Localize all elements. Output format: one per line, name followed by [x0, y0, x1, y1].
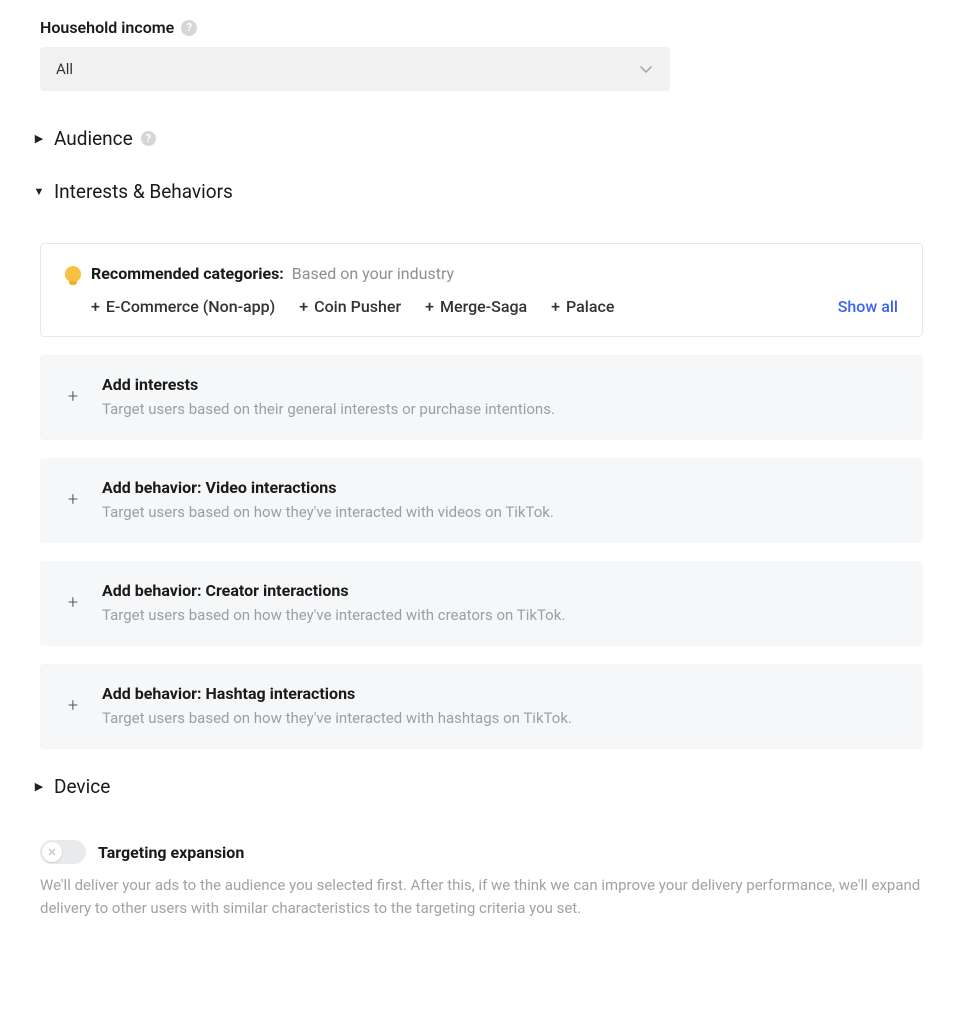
accordion-device[interactable]: ▶ Device	[32, 775, 923, 798]
recommended-chip[interactable]: +Palace	[551, 297, 614, 316]
targeting-expansion-toggle[interactable]: ✕	[40, 840, 86, 864]
household-income-value: All	[56, 60, 73, 78]
plus-icon: +	[66, 695, 80, 716]
add-card-desc: Target users based on how they've intera…	[102, 503, 554, 521]
chevron-down-icon	[638, 61, 654, 77]
plus-icon: +	[66, 386, 80, 407]
plus-icon: +	[425, 297, 434, 316]
caret-right-icon: ▶	[32, 132, 46, 145]
add-video-interactions-card[interactable]: + Add behavior: Video interactions Targe…	[40, 458, 923, 543]
show-all-link[interactable]: Show all	[838, 297, 898, 316]
toggle-knob: ✕	[42, 842, 62, 862]
recommended-subtitle: Based on your industry	[292, 264, 454, 283]
add-card-desc: Target users based on their general inte…	[102, 400, 555, 418]
help-icon[interactable]: ?	[141, 131, 156, 146]
interests-title: Interests & Behaviors	[54, 180, 233, 203]
recommended-chip[interactable]: +E-Commerce (Non-app)	[91, 297, 275, 316]
targeting-expansion-title: Targeting expansion	[98, 843, 244, 862]
close-icon: ✕	[47, 846, 56, 859]
add-interests-card[interactable]: + Add interests Target users based on th…	[40, 355, 923, 440]
caret-down-icon: ▼	[32, 185, 46, 198]
audience-title: Audience	[54, 127, 133, 150]
recommended-chip[interactable]: +Coin Pusher	[299, 297, 401, 316]
targeting-expansion-desc: We'll deliver your ads to the audience y…	[40, 874, 923, 921]
lightbulb-icon	[65, 266, 81, 282]
recommended-categories-box: Recommended categories: Based on your in…	[40, 243, 923, 337]
add-card-desc: Target users based on how they've intera…	[102, 606, 565, 624]
plus-icon: +	[299, 297, 308, 316]
caret-right-icon: ▶	[32, 780, 46, 793]
recommended-title: Recommended categories:	[91, 264, 284, 283]
add-card-title: Add behavior: Creator interactions	[102, 581, 565, 600]
add-hashtag-interactions-card[interactable]: + Add behavior: Hashtag interactions Tar…	[40, 664, 923, 749]
help-icon[interactable]: ?	[181, 20, 197, 36]
plus-icon: +	[66, 592, 80, 613]
recommended-chip[interactable]: +Merge-Saga	[425, 297, 527, 316]
add-card-title: Add behavior: Video interactions	[102, 478, 554, 497]
plus-icon: +	[66, 489, 80, 510]
add-creator-interactions-card[interactable]: + Add behavior: Creator interactions Tar…	[40, 561, 923, 646]
accordion-audience[interactable]: ▶ Audience ?	[32, 127, 923, 150]
plus-icon: +	[551, 297, 560, 316]
household-income-select[interactable]: All	[40, 47, 670, 91]
plus-icon: +	[91, 297, 100, 316]
household-income-label: Household income	[40, 18, 174, 37]
add-card-title: Add behavior: Hashtag interactions	[102, 684, 572, 703]
add-card-desc: Target users based on how they've intera…	[102, 709, 572, 727]
device-title: Device	[54, 775, 110, 798]
accordion-interests[interactable]: ▼ Interests & Behaviors	[32, 180, 923, 203]
add-card-title: Add interests	[102, 375, 555, 394]
